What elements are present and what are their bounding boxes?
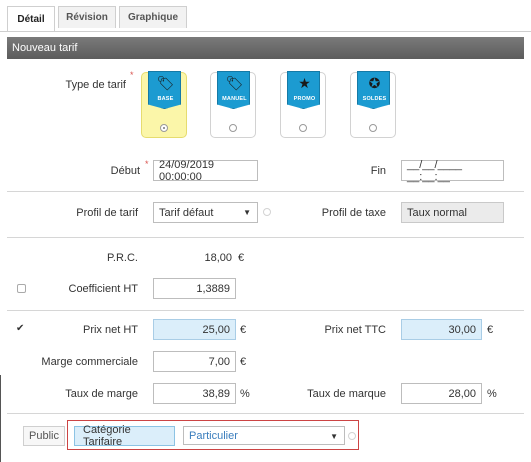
taux-marge-label: Taux de marge — [65, 388, 138, 400]
manuel-flag: 🏷 MANUEL — [217, 71, 250, 109]
profil-tarif-select[interactable]: Tarif défaut ▼ — [153, 202, 258, 223]
tarif-type-label: PROMO — [293, 96, 316, 102]
tag-icon: 🏷 — [225, 75, 244, 91]
tab-revision[interactable]: Révision — [58, 6, 116, 28]
divider — [7, 413, 524, 414]
public-button[interactable]: Public — [23, 426, 65, 446]
soldes-flag: ✪ SOLDES — [357, 71, 390, 109]
radio-promo[interactable] — [299, 124, 307, 132]
prc-label: P.R.C. — [107, 252, 138, 264]
prix-net-ht-checkbox-checked[interactable]: ✔ — [16, 324, 24, 334]
prix-net-ht-label: Prix net HT — [82, 324, 138, 336]
fin-input[interactable]: __/__/____ __:__:__ — [401, 159, 504, 183]
badge-icon: ✪ — [368, 75, 381, 91]
marge-unit: € — [240, 356, 247, 368]
radio-manuel[interactable] — [229, 124, 237, 132]
chevron-down-icon: ▼ — [330, 432, 338, 441]
star-icon: ★ — [298, 75, 311, 91]
type-tarif-label: Type de tarif — [65, 79, 126, 91]
coefficient-label: Coefficient HT — [68, 283, 139, 295]
debut-label: Début — [110, 165, 140, 177]
tab-bar: Détail Révision Graphique — [0, 0, 531, 32]
profil-taxe-label: Profil de taxe — [321, 207, 386, 219]
prix-net-ttc-unit: € — [487, 324, 494, 336]
tarif-type-label: SOLDES — [362, 96, 387, 102]
categorie-select-value: Particulier — [189, 429, 238, 442]
prix-net-ttc-label: Prix net TTC — [324, 324, 386, 336]
tarif-type-soldes[interactable]: ✪ SOLDES — [350, 71, 396, 138]
marge-input[interactable]: 7,00 — [153, 351, 236, 372]
categorie-select[interactable]: Particulier ▼ — [183, 426, 345, 445]
taux-marque-unit: % — [487, 388, 497, 400]
taux-marge-input[interactable]: 38,89 — [153, 383, 236, 404]
prc-unit: € — [238, 252, 245, 264]
coefficient-input[interactable]: 1,3889 — [153, 278, 236, 299]
base-flag: 🏷 BASE — [148, 71, 181, 109]
debut-input[interactable]: 24/09/2019 00:00:00 — [153, 159, 258, 183]
tab-graphique[interactable]: Graphique — [119, 6, 187, 28]
profil-tarif-value: Tarif défaut — [159, 206, 214, 219]
prix-net-ht-input[interactable]: 25,00 — [153, 319, 236, 340]
info-icon — [348, 432, 356, 440]
coefficient-checkbox[interactable] — [17, 284, 26, 293]
prix-net-ht-unit: € — [240, 324, 247, 336]
fin-label: Fin — [370, 165, 386, 177]
tarif-type-promo[interactable]: ★ PROMO — [280, 71, 326, 138]
radio-base[interactable] — [160, 124, 168, 132]
tarif-type-manuel[interactable]: 🏷 MANUEL — [210, 71, 256, 138]
section-header: Nouveau tarif — [7, 37, 524, 59]
prix-net-ttc-input[interactable]: 30,00 — [401, 319, 482, 340]
tarif-type-label: MANUEL — [222, 96, 247, 102]
section-title: Nouveau tarif — [12, 42, 78, 54]
profil-tarif-label: Profil de tarif — [76, 207, 138, 219]
info-icon — [263, 208, 271, 216]
radio-soldes[interactable] — [369, 124, 377, 132]
chevron-down-icon: ▼ — [243, 208, 251, 217]
required-marker: * — [145, 159, 149, 169]
tab-detail[interactable]: Détail — [7, 6, 55, 32]
tarif-type-base[interactable]: 🏷 BASE — [141, 71, 187, 138]
taux-marque-label: Taux de marque — [307, 388, 386, 400]
required-marker: * — [130, 70, 134, 80]
window-edge — [0, 375, 1, 462]
tarif-type-label: BASE — [157, 96, 174, 102]
taux-marque-input[interactable]: 28,00 — [401, 383, 482, 404]
divider — [7, 310, 524, 311]
tag-icon: 🏷 — [156, 75, 175, 91]
categorie-tarifaire-button[interactable]: Catégorie Tarifaire — [74, 424, 175, 448]
prc-value: 18,00 — [204, 252, 232, 264]
tab-divider — [0, 31, 531, 32]
promo-flag: ★ PROMO — [287, 71, 320, 109]
divider — [7, 237, 524, 238]
profil-taxe-field: Taux normal — [401, 202, 504, 223]
divider — [7, 191, 524, 192]
marge-label: Marge commerciale — [41, 356, 138, 368]
taux-marge-unit: % — [240, 388, 250, 400]
